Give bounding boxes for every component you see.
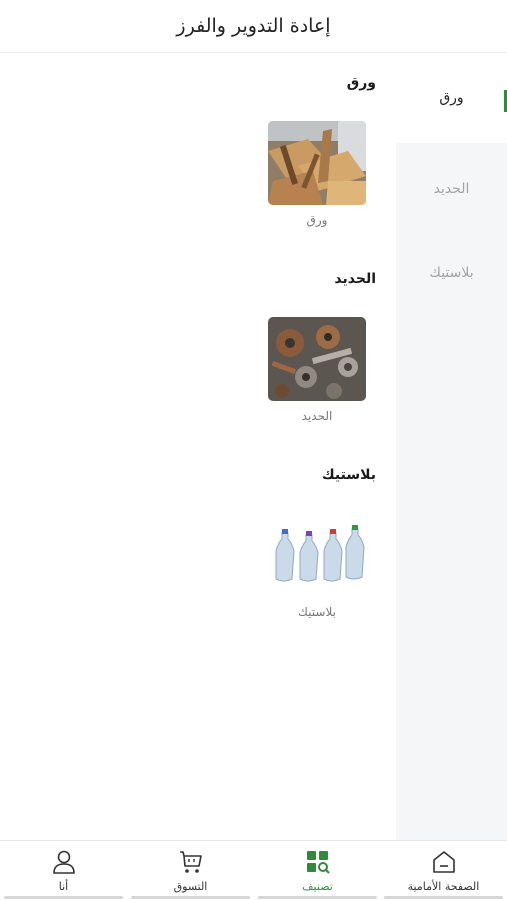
category-side-menu: ورق الحديد بلاستيك	[396, 53, 507, 840]
side-menu-item-iron[interactable]: الحديد	[396, 144, 507, 234]
tab-category[interactable]: تصنيف	[254, 841, 381, 900]
category-card-label: ورق	[306, 213, 328, 227]
tab-underline	[4, 896, 123, 899]
scrap-metal-image	[268, 317, 366, 401]
category-icon	[306, 851, 330, 874]
home-icon	[432, 851, 455, 873]
category-card-label: بلاستيك	[298, 605, 336, 619]
tab-label: الصفحة الأمامية	[407, 880, 480, 893]
section-title-iron: الحديد	[334, 271, 376, 287]
side-menu-item-label: بلاستيك	[429, 265, 474, 281]
side-menu-item-label: ورق	[439, 90, 464, 106]
section-title-paper: ورق	[346, 75, 376, 91]
tab-me[interactable]: أنا	[0, 841, 127, 900]
bottom-tab-bar: الصفحة الأمامية تصنيف التسوق أنا	[0, 840, 507, 900]
tab-underline	[384, 896, 503, 899]
cart-icon	[179, 851, 202, 873]
tab-underline	[131, 896, 250, 899]
user-icon	[52, 850, 75, 874]
tab-shopping[interactable]: التسوق	[127, 841, 254, 900]
category-card-paper[interactable]: ورق	[266, 121, 368, 235]
top-app-bar: إعادة التدوير والفرز	[0, 0, 507, 53]
side-menu-item-paper[interactable]: ورق	[396, 53, 507, 143]
category-card-iron[interactable]: الحديد	[266, 317, 368, 431]
category-card-label: الحديد	[301, 409, 333, 423]
page-title: إعادة التدوير والفرز	[176, 15, 331, 37]
plastic-bottles-image	[268, 513, 366, 597]
section-title-plastic: بلاستيك	[321, 467, 376, 483]
category-card-plastic[interactable]: بلاستيك	[266, 513, 368, 627]
side-menu-item-plastic[interactable]: بلاستيك	[396, 228, 507, 318]
cardboard-scrap-image	[268, 121, 366, 205]
tab-home[interactable]: الصفحة الأمامية	[380, 841, 507, 900]
tab-label: أنا	[58, 880, 69, 893]
tab-label: التسوق	[173, 880, 208, 893]
tab-underline	[258, 896, 377, 899]
tab-label: تصنيف	[302, 880, 333, 893]
side-menu-item-label: الحديد	[433, 181, 470, 197]
